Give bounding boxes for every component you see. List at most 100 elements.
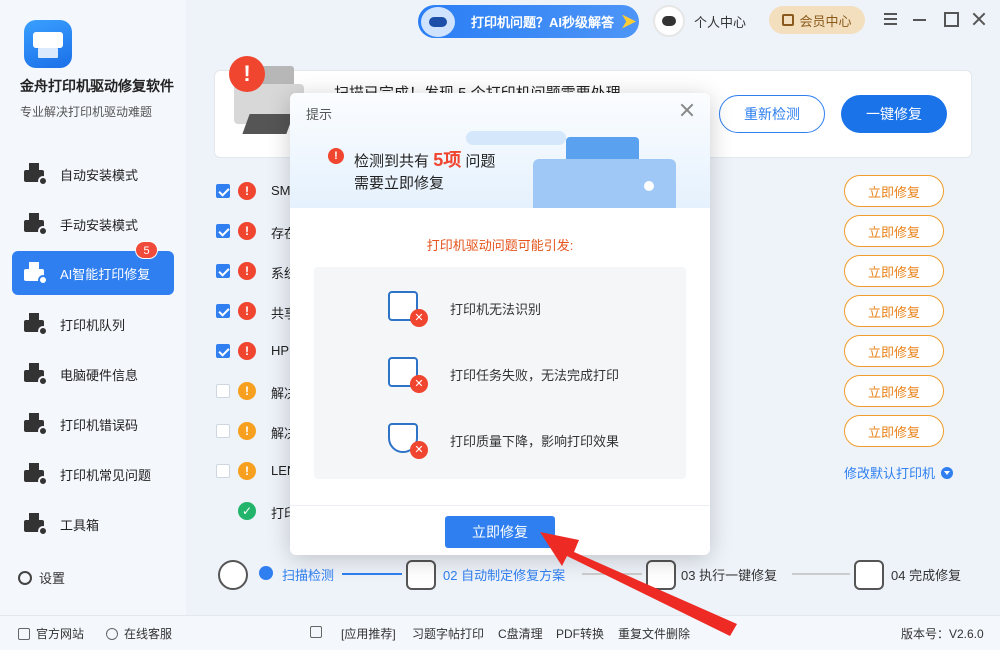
menu-icon[interactable] [882, 10, 900, 28]
close-icon[interactable] [970, 10, 988, 28]
quality-shield-error-icon: ✕ [386, 421, 428, 459]
issue-text: HP [271, 343, 290, 358]
header-printer-illustration [533, 159, 676, 208]
progress-steps: 扫描检测 02 自动制定修复方案 03 执行一键修复 04 完成修复 [214, 552, 984, 598]
consequence-list: ✕ 打印机无法识别 ✕ 打印任务失败，无法完成打印 ✕ 打印质量下降，影响打印效… [314, 267, 686, 479]
sidebar-item-label: AI智能打印修复 [60, 266, 151, 282]
issue-checkbox[interactable] [216, 264, 230, 278]
issue-checkbox[interactable] [216, 384, 230, 398]
settings-label: 设置 [39, 571, 66, 586]
official-site-link[interactable]: 官方网站 [18, 625, 84, 642]
headset-icon [106, 628, 118, 640]
change-default-printer-link[interactable]: 修改默认打印机 [844, 463, 954, 482]
fix-now-button[interactable]: 立即修复 [844, 255, 944, 287]
footer-link-pdf[interactable]: PDF转换 [556, 625, 604, 642]
thumbs-up-icon [782, 14, 795, 26]
auto-install-icon [22, 162, 48, 186]
alert-icon: ! [229, 56, 265, 92]
fix-now-button[interactable]: 立即修复 [844, 295, 944, 327]
footer: 官方网站 在线客服 [应用推荐] 习题字帖打印 C盘清理 PDF转换 重复文件删… [0, 615, 1000, 650]
sidebar-item-hardware-info[interactable]: 电脑硬件信息 [12, 352, 174, 396]
dialog-message: 检测到共有 5项 问题 [354, 146, 495, 172]
step-connector [582, 573, 642, 575]
home-icon [18, 628, 30, 640]
version-label: 版本号：V2.6.0 [901, 627, 984, 641]
document-error-icon: ✕ [386, 355, 428, 393]
dialog-message-line2: 需要立即修复 [354, 175, 445, 192]
chevron-down-icon [941, 466, 954, 479]
dialog-subtitle: 打印机驱动问题可能引发: [426, 238, 574, 253]
header-decoration [466, 131, 566, 145]
minimize-icon[interactable] [911, 10, 929, 28]
warning-icon: ! [238, 302, 256, 320]
issue-count: 5项 [433, 150, 462, 170]
online-service-link[interactable]: 在线客服 [106, 625, 172, 642]
check-icon [259, 566, 273, 580]
sidebar-item-error-codes[interactable]: 打印机错误码 [12, 402, 174, 446]
list-item: ✕ 打印机无法识别 [386, 289, 676, 335]
warning-icon: ! [238, 382, 256, 400]
fix-now-button[interactable]: 立即修复 [844, 375, 944, 407]
sidebar-item-auto-install[interactable]: 自动安装模式 [12, 152, 174, 196]
close-icon[interactable] [680, 103, 694, 117]
app-title: 金舟打印机驱动修复软件 [20, 78, 174, 94]
issue-checkbox[interactable] [216, 464, 230, 478]
monitor-icon [22, 362, 48, 386]
sidebar-item-printer-queue[interactable]: 打印机队列 [12, 302, 174, 346]
official-site-label: 官方网站 [36, 627, 85, 641]
cursor-arrow-icon [622, 14, 637, 29]
sidebar-item-toolbox[interactable]: 工具箱 [12, 502, 174, 546]
warning-icon: ! [238, 342, 256, 360]
message-suffix: 问题 [465, 153, 496, 170]
maximize-icon[interactable] [942, 10, 960, 28]
issue-checkbox[interactable] [216, 184, 230, 198]
manual-install-icon [22, 212, 48, 236]
step-connector [342, 573, 402, 575]
issue-checkbox[interactable] [216, 344, 230, 358]
complete-icon [854, 560, 884, 590]
settings-button[interactable]: 设置 [18, 568, 65, 587]
toolbox-icon [22, 512, 48, 536]
issue-dialog: 提示 ! 检测到共有 5项 问题 需要立即修复 打印机驱动问题可能引发: ✕ 打… [290, 93, 710, 555]
repair-icon [646, 560, 676, 590]
step-1-label: 扫描检测 [282, 568, 335, 583]
step-3-label: 03 执行一键修复 [681, 568, 778, 583]
fix-now-button[interactable]: 立即修复 [445, 516, 555, 548]
avatar[interactable] [653, 5, 685, 37]
printer-queue-icon [22, 312, 48, 336]
app-recommend-label: [应用推荐] [341, 627, 396, 641]
ai-help-label: 打印机问题？AI秒级解答 [471, 15, 615, 30]
online-service-label: 在线客服 [124, 627, 173, 641]
gear-icon [18, 570, 32, 585]
footer-link-dup-delete[interactable]: 重复文件删除 [618, 625, 690, 642]
ai-help-button[interactable]: 打印机问题？AI秒级解答 [418, 5, 639, 38]
issue-checkbox[interactable] [216, 424, 230, 438]
issue-checkbox[interactable] [216, 304, 230, 318]
sidebar-item-label: 自动安装模式 [60, 167, 139, 183]
fix-now-button[interactable]: 立即修复 [844, 215, 944, 247]
sidebar-item-label: 打印机队列 [60, 317, 126, 333]
fix-now-button[interactable]: 立即修复 [844, 335, 944, 367]
star-plan-icon [406, 560, 436, 590]
speaker-icon [310, 625, 328, 639]
sidebar-item-label: 打印机常见问题 [60, 467, 152, 483]
personal-center-link[interactable]: 个人中心 [694, 12, 746, 31]
ai-repair-badge: 5 [135, 241, 158, 259]
list-item: ✕ 打印任务失败，无法完成打印 [386, 355, 676, 401]
step-4-label: 04 完成修复 [891, 568, 962, 583]
list-item: ✕ 打印质量下降，影响打印效果 [386, 421, 676, 467]
fix-now-button[interactable]: 立即修复 [844, 415, 944, 447]
fix-now-button[interactable]: 立即修复 [844, 175, 944, 207]
fix-all-button[interactable]: 一键修复 [841, 95, 947, 133]
sidebar: 金舟打印机驱动修复软件 专业解决打印机驱动难题 自动安装模式 手动安装模式 AI… [0, 0, 186, 615]
vip-label: 会员中心 [799, 13, 852, 29]
issue-text: SM [271, 183, 291, 198]
footer-link-practice[interactable]: 习题字帖打印 [412, 625, 484, 642]
issue-checkbox[interactable] [216, 224, 230, 238]
rescan-button[interactable]: 重新检测 [719, 95, 825, 133]
sidebar-item-label: 打印机错误码 [60, 417, 139, 433]
vip-center-button[interactable]: 会员中心 [769, 6, 865, 34]
footer-link-c-clean[interactable]: C盘清理 [498, 625, 543, 642]
sidebar-item-manual-install[interactable]: 手动安装模式 [12, 202, 174, 246]
sidebar-item-faq[interactable]: 打印机常见问题 [12, 452, 174, 496]
